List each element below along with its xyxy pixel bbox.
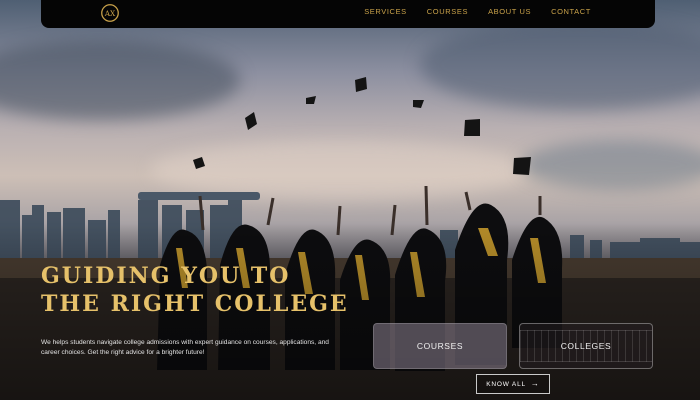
hero-description: We helps students navigate college admis… (41, 339, 329, 356)
courses-card[interactable]: COURSES (373, 323, 507, 369)
hero-headline: GUIDING YOU TO THE RIGHT COLLEGE (41, 262, 349, 318)
nav-link-services[interactable]: SERVICES (364, 7, 407, 16)
arrow-right-icon: → (530, 379, 540, 388)
nav-link-courses[interactable]: COURSES (427, 7, 468, 16)
know-all-label: KNOW ALL (486, 380, 526, 388)
know-all-button[interactable]: KNOW ALL → (476, 374, 550, 394)
top-navbar: AX SERVICES COURSES ABOUT US CONTACT (41, 0, 655, 28)
colleges-card-label: COLLEGES (560, 341, 612, 351)
courses-card-label: COURSES (416, 341, 464, 351)
colleges-card[interactable]: COLLEGES (519, 323, 653, 369)
nav-link-contact[interactable]: CONTACT (551, 7, 591, 16)
nav-links: SERVICES COURSES ABOUT US CONTACT (364, 0, 591, 22)
headline-line-2: THE RIGHT COLLEGE (41, 291, 349, 317)
headline-line-1: GUIDING YOU TO (41, 263, 291, 289)
nav-link-about-us[interactable]: ABOUT US (488, 7, 531, 16)
brand-logo-icon[interactable]: AX (99, 2, 121, 24)
logo-text: AX (104, 9, 116, 18)
